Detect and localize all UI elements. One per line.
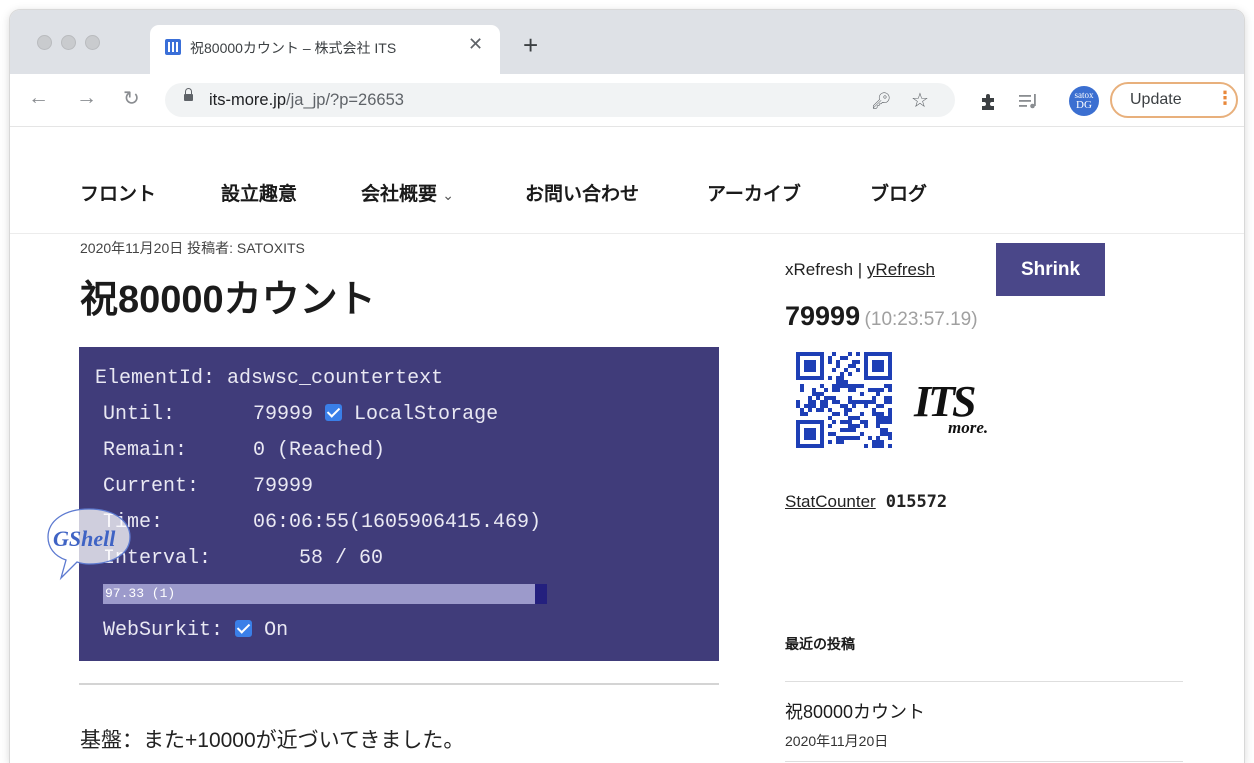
recent-post-title[interactable]: 祝80000カウント bbox=[785, 698, 925, 724]
post-meta: 2020年11月20日 投稿者: SATOXITS bbox=[80, 240, 305, 256]
main-content: 2020年11月20日 投稿者: SATOXITS 祝80000カウント Ele… bbox=[10, 234, 1244, 763]
browser-tab-active[interactable]: 祝80000カウント – 株式会社 ITS ✕ bbox=[150, 25, 500, 74]
websurkit-value: On bbox=[264, 619, 289, 642]
until-label: Until: bbox=[103, 403, 176, 426]
nav-item-founding-purpose[interactable]: 設立趣意 bbox=[221, 179, 297, 206]
xrefresh-link[interactable]: xRefresh bbox=[785, 260, 853, 279]
back-arrow-icon[interactable]: ← bbox=[28, 86, 49, 110]
refresh-separator: | bbox=[857, 260, 863, 279]
statcounter-row: StatCounter 015572 bbox=[785, 492, 947, 512]
avatar-text-bottom: DG bbox=[1076, 99, 1092, 111]
browser-window: 祝80000カウント – 株式会社 ITS ✕ + ← → ↻ its-more… bbox=[10, 10, 1244, 763]
interval-progress-bar: 97.33 (1) bbox=[103, 584, 547, 604]
content-divider bbox=[79, 683, 719, 685]
time-value: 06:06:55(1605906415.469) bbox=[253, 511, 542, 534]
plus-icon[interactable]: + bbox=[523, 30, 538, 61]
logo-text-sub: more. bbox=[948, 418, 988, 437]
update-button[interactable]: Update ⋮ bbox=[1110, 82, 1238, 118]
star-icon[interactable]: ☆ bbox=[911, 88, 929, 113]
element-id-row: ElementId: adswsc_countertext bbox=[95, 367, 443, 390]
gshell-speech-bubble[interactable]: GShell bbox=[44, 504, 134, 584]
url-text[interactable]: its-more.jp/ja_jp/?p=26653 bbox=[209, 91, 404, 110]
refresh-links: xRefresh | yRefresh bbox=[785, 260, 935, 280]
close-window-button[interactable] bbox=[37, 35, 52, 50]
zoom-window-button[interactable] bbox=[85, 35, 100, 50]
post-title: 祝80000カウント bbox=[80, 279, 376, 321]
recent-post-date: 2020年11月20日 bbox=[785, 733, 889, 749]
its-more-logo[interactable]: ITS more. bbox=[910, 376, 1022, 442]
websurkit-checkbox[interactable] bbox=[235, 620, 253, 637]
qr-code-image[interactable] bbox=[796, 352, 892, 448]
current-label: Current: bbox=[103, 475, 200, 498]
nav-item-front[interactable]: フロント bbox=[80, 179, 156, 206]
recent-separator-top bbox=[785, 681, 1183, 682]
media-queue-icon[interactable] bbox=[1018, 92, 1040, 110]
key-icon[interactable]: 🔑︎ bbox=[871, 91, 891, 111]
update-label: Update bbox=[1130, 91, 1182, 108]
element-id-value: adswsc_countertext bbox=[227, 367, 444, 390]
address-bar[interactable]: its-more.jp/ja_jp/?p=26653 🔑︎ ☆ bbox=[165, 83, 955, 117]
recent-separator-bottom bbox=[785, 761, 1183, 762]
nav-item-contact[interactable]: お問い合わせ bbox=[525, 179, 639, 206]
element-id-label: ElementId: bbox=[95, 367, 216, 390]
url-path: /ja_jp/?p=26653 bbox=[286, 91, 404, 109]
tab-title: 祝80000カウント – 株式会社 ITS bbox=[190, 40, 397, 56]
progress-text: 97.33 (1) bbox=[105, 586, 176, 601]
counter-value: 79999 bbox=[785, 301, 861, 331]
remain-label: Remain: bbox=[103, 439, 188, 462]
lock-icon[interactable] bbox=[184, 88, 193, 101]
puzzle-extension-icon[interactable] bbox=[978, 90, 1000, 112]
tab-strip: 祝80000カウント – 株式会社 ITS ✕ + bbox=[10, 10, 1244, 74]
reload-icon[interactable]: ↻ bbox=[123, 86, 140, 111]
interval-value: 58 / 60 bbox=[299, 547, 384, 570]
statcounter-link[interactable]: StatCounter bbox=[785, 492, 876, 511]
site-navigation: フロント 設立趣意 会社概要 ⌄ お問い合わせ アーカイブ ブログ bbox=[10, 127, 1244, 234]
profile-avatar[interactable]: satox DG bbox=[1069, 86, 1099, 116]
nav-item-blog[interactable]: ブログ bbox=[870, 179, 927, 206]
until-value: 79999 bbox=[253, 403, 314, 426]
current-value: 79999 bbox=[253, 475, 314, 498]
remain-row: Remain: 0 (Reached) bbox=[103, 439, 385, 462]
post-body-text: 基盤：また+10000が近づいてきました。 bbox=[80, 729, 465, 752]
yrefresh-link[interactable]: yRefresh bbox=[867, 260, 935, 279]
counter-display: 79999 (10:23:57.19) bbox=[785, 301, 978, 332]
counter-time: (10:23:57.19) bbox=[864, 309, 978, 330]
websurkit-row: WebSurkit: On bbox=[103, 619, 288, 642]
minimize-window-button[interactable] bbox=[61, 35, 76, 50]
gshell-label: GShell bbox=[53, 526, 116, 551]
shrink-button[interactable]: Shrink bbox=[996, 243, 1105, 296]
statcounter-value: 015572 bbox=[885, 492, 948, 512]
nav-item-company[interactable]: 会社概要 ⌄ bbox=[361, 179, 454, 206]
localstorage-label: LocalStorage bbox=[354, 403, 499, 426]
forward-arrow-icon[interactable]: → bbox=[76, 86, 97, 110]
site-favicon-icon bbox=[165, 39, 181, 55]
localstorage-checkbox[interactable] bbox=[325, 404, 343, 421]
recent-posts-heading: 最近の投稿 bbox=[785, 636, 855, 652]
chevron-down-icon: ⌄ bbox=[442, 187, 455, 203]
remain-value: 0 (Reached) bbox=[253, 439, 386, 462]
browser-toolbar: ← → ↻ its-more.jp/ja_jp/?p=26653 🔑︎ ☆ bbox=[10, 74, 1244, 127]
tab-close-icon[interactable]: ✕ bbox=[468, 34, 483, 55]
nav-item-company-label: 会社概要 bbox=[361, 184, 438, 205]
avatar-text-top: satox bbox=[1074, 90, 1094, 100]
until-row: Until: 79999 LocalStorage bbox=[103, 403, 498, 426]
counter-panel: ElementId: adswsc_countertext Until: 7999… bbox=[79, 347, 719, 661]
websurkit-label: WebSurkit: bbox=[103, 619, 224, 642]
current-row: Current: 79999 bbox=[103, 475, 313, 498]
url-host: its-more.jp bbox=[209, 91, 287, 109]
nav-item-archive[interactable]: アーカイブ bbox=[707, 179, 801, 206]
more-menu-icon[interactable]: ⋮ bbox=[1216, 88, 1234, 109]
